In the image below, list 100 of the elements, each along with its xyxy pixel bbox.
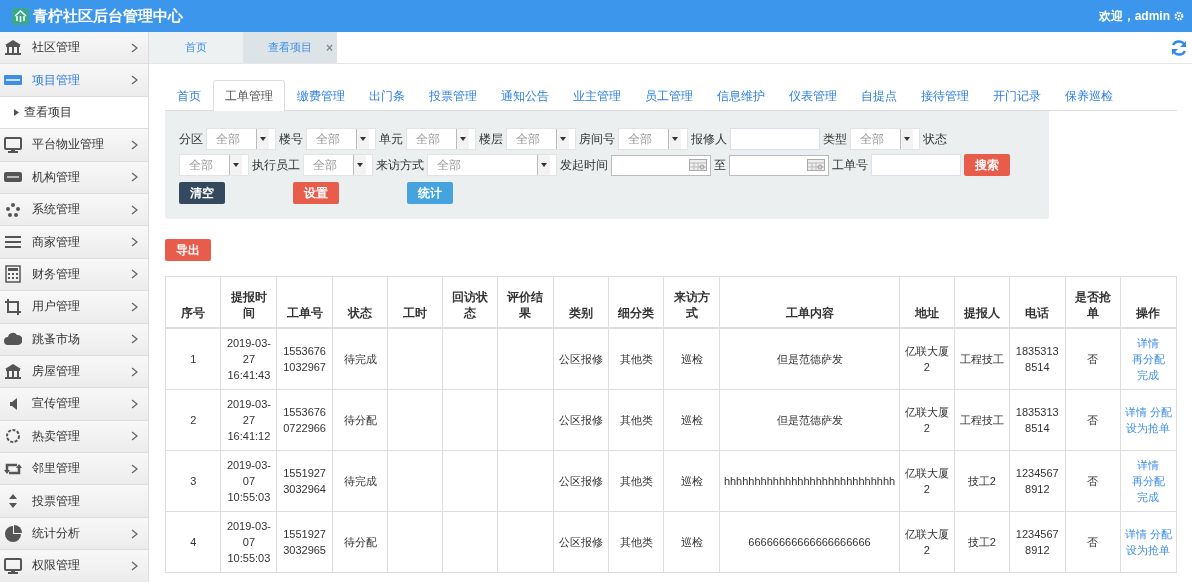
filter-label: 单元: [379, 130, 403, 148]
sidebar-item[interactable]: 系统管理: [0, 193, 148, 227]
nav-tab[interactable]: 工单管理: [213, 80, 285, 111]
chevron-right-icon: [131, 75, 138, 86]
select-field[interactable]: 全部: [179, 154, 249, 176]
sidebar-item[interactable]: 统计分析: [0, 517, 148, 551]
action-button[interactable]: 设置: [293, 182, 339, 204]
menu-item-icon: [4, 38, 22, 57]
action-link[interactable]: 完成: [1137, 491, 1160, 503]
sidebar-item[interactable]: 社区管理: [0, 32, 148, 65]
nav-tab[interactable]: 通知公告: [489, 80, 561, 111]
table-cell: 18353138514: [1009, 328, 1065, 390]
sidebar-subitem[interactable]: 查看项目: [0, 96, 148, 130]
action-link[interactable]: 详情: [1137, 459, 1160, 471]
sidebar-item[interactable]: 项目管理: [0, 64, 148, 97]
nav-tab[interactable]: 开门记录: [981, 80, 1053, 111]
action-link[interactable]: 设为抢单: [1126, 544, 1171, 556]
action-link[interactable]: 分配: [1150, 528, 1172, 540]
date-field[interactable]: [611, 154, 711, 176]
select-field[interactable]: 全部: [506, 128, 576, 150]
calendar-icon[interactable]: [807, 159, 825, 171]
select-field[interactable]: 全部: [427, 154, 557, 176]
table-cell: 工程技工: [954, 328, 1010, 390]
chevron-right-icon: [131, 139, 138, 150]
nav-tab[interactable]: 员工管理: [633, 80, 705, 111]
column-header: 回访状态: [442, 276, 498, 328]
export-button[interactable]: 导出: [165, 239, 211, 261]
table-cell: 3: [165, 450, 221, 512]
refresh-icon[interactable]: [1170, 39, 1188, 57]
column-header: 细分类: [608, 276, 664, 328]
action-button[interactable]: 清空: [179, 182, 225, 204]
action-link[interactable]: 再分配: [1131, 353, 1165, 365]
select-field[interactable]: 全部: [850, 128, 920, 150]
caret-icon: [560, 137, 566, 141]
nav-tab[interactable]: 业主管理: [561, 80, 633, 111]
settings-icon[interactable]: [1174, 11, 1184, 21]
nav-tab[interactable]: 自提点: [849, 80, 909, 111]
nav-tab[interactable]: 投票管理: [417, 80, 489, 111]
nav-tab[interactable]: 出门条: [357, 80, 417, 111]
caret-icon: [14, 108, 19, 116]
select-field[interactable]: 全部: [306, 128, 376, 150]
select-field[interactable]: 全部: [303, 154, 373, 176]
column-header: 序号: [165, 276, 221, 328]
sidebar-item[interactable]: 邻里管理: [0, 453, 148, 486]
sidebar-item[interactable]: 用户管理: [0, 291, 148, 324]
sidebar-item[interactable]: 平台物业管理: [0, 129, 148, 162]
action-link[interactable]: 详情: [1137, 337, 1160, 349]
action-link[interactable]: 详情: [1124, 406, 1147, 418]
table-cell: 亿联大厦2: [899, 511, 955, 573]
sidebar-item[interactable]: 商家管理: [0, 226, 148, 259]
menu-item-icon: [4, 427, 22, 446]
filter-label: 房间号: [579, 130, 615, 148]
date-field[interactable]: [729, 154, 829, 176]
chevron-right-icon: [131, 172, 138, 183]
table-cell: 工程技工: [954, 389, 1010, 451]
sidebar-item[interactable]: 投票管理: [0, 485, 148, 518]
select-field[interactable]: 全部: [206, 128, 276, 150]
filter-label: 楼号: [279, 130, 303, 148]
action-link[interactable]: 分配: [1150, 406, 1172, 418]
sidebar-item[interactable]: 房屋管理: [0, 355, 148, 389]
sidebar-item[interactable]: 权限管理: [0, 550, 148, 582]
chevron-right-icon: [131, 237, 138, 248]
input-field[interactable]: [730, 128, 820, 150]
input-field[interactable]: [871, 154, 961, 176]
action-link[interactable]: 再分配: [1131, 475, 1165, 487]
sidebar-item[interactable]: 财务管理: [0, 258, 148, 292]
column-header: 提报人: [954, 276, 1010, 328]
sidebar-item[interactable]: 跳蚤市场: [0, 323, 148, 356]
filter-label: 执行员工: [252, 156, 300, 174]
filter-label: 报修人: [691, 130, 727, 148]
action-link[interactable]: 完成: [1137, 369, 1160, 381]
calendar-icon[interactable]: [689, 159, 707, 171]
menu-item-icon: [4, 200, 22, 219]
action-button[interactable]: 统计: [407, 182, 453, 204]
table-cell: 待完成: [332, 328, 388, 390]
nav-tab[interactable]: 信息维护: [705, 80, 777, 111]
nav-tab[interactable]: 缴费管理: [285, 80, 357, 111]
page-tab[interactable]: 查看项目 ×: [243, 32, 337, 63]
nav-tab[interactable]: 仪表管理: [777, 80, 849, 111]
table-cell: 公区报修: [553, 389, 609, 451]
sidebar-item[interactable]: 热卖管理: [0, 420, 148, 454]
action-link[interactable]: 设为抢单: [1126, 422, 1171, 434]
sidebar-item[interactable]: 宣传管理: [0, 388, 148, 421]
table-cell: 亿联大厦2: [899, 389, 955, 451]
page-tab[interactable]: 首页: [149, 32, 243, 63]
action-link[interactable]: 详情: [1124, 528, 1147, 540]
select-field[interactable]: 全部: [406, 128, 476, 150]
nav-tab[interactable]: 保养巡检: [1053, 80, 1125, 111]
sidebar-item[interactable]: 机构管理: [0, 161, 148, 194]
table-cell: 15536760722966: [276, 389, 333, 451]
close-button[interactable]: ×: [326, 41, 333, 55]
select-field[interactable]: 全部: [618, 128, 688, 150]
table-cell: 66666666666666666666: [719, 511, 900, 573]
action-button[interactable]: 搜索: [964, 154, 1010, 176]
column-header: 操作: [1120, 276, 1177, 328]
menu-item-icon: [4, 135, 22, 154]
table-cell: 否: [1065, 511, 1121, 573]
nav-tab[interactable]: 接待管理: [909, 80, 981, 111]
nav-tab[interactable]: 首页: [165, 80, 213, 111]
table-cell: 否: [1065, 450, 1121, 512]
